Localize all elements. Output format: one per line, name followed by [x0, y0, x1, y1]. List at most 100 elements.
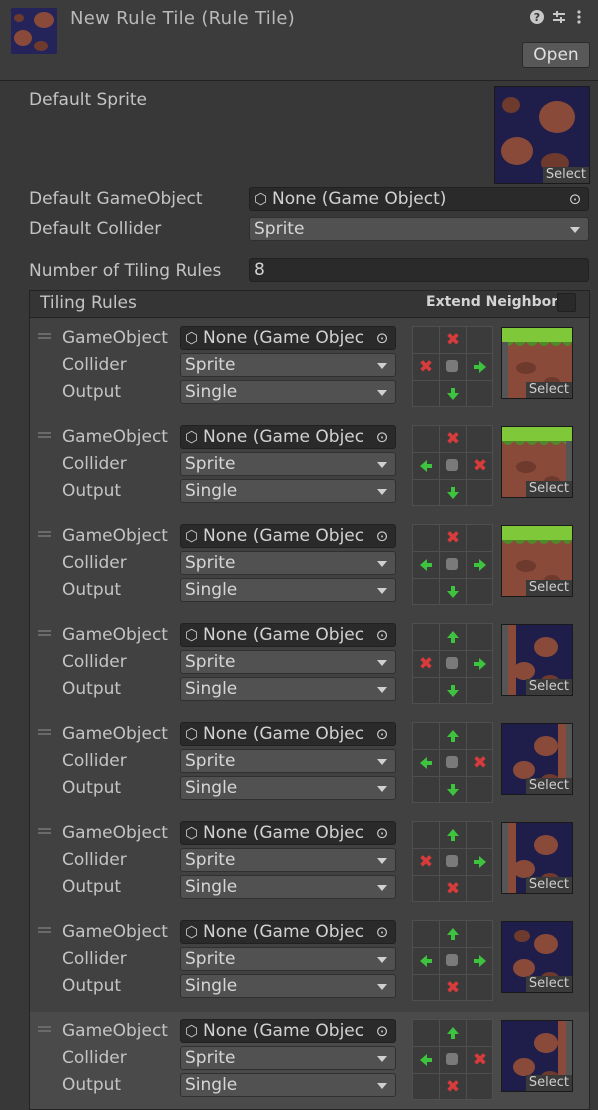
neighbor-down-x-icon[interactable]: ✖ [440, 876, 466, 902]
object-picker-icon[interactable]: ⊙ [369, 327, 395, 349]
rule-sprite-select[interactable]: Select [525, 382, 572, 398]
rule-gameobject-field[interactable]: ⬡ None (Game Objec ⊙ [180, 920, 396, 944]
rule-sprite-field[interactable]: Select [501, 822, 573, 894]
object-picker-icon[interactable]: ⊙ [369, 822, 395, 844]
object-picker-icon[interactable]: ⊙ [369, 426, 395, 448]
neighbor-up-arrow-up-icon[interactable] [440, 723, 466, 749]
neighbor-down-x-icon[interactable]: ✖ [440, 975, 466, 1001]
neighbor-right-x-icon[interactable]: ✖ [467, 750, 493, 776]
neighbor-up-x-icon[interactable]: ✖ [440, 426, 466, 452]
rule-sprite-field[interactable]: Select [501, 426, 573, 498]
rule-gameobject-field[interactable]: ⬡ None (Game Objec ⊙ [180, 326, 396, 350]
neighbor-grid[interactable]: ✖ [412, 623, 493, 704]
neighbor-down-arrow-down-icon[interactable] [440, 579, 466, 605]
neighbor-down-x-icon[interactable]: ✖ [440, 1074, 466, 1100]
neighbor-right-x-icon[interactable]: ✖ [467, 1047, 493, 1073]
neighbor-up-arrow-up-icon[interactable] [440, 822, 466, 848]
neighbor-right-x-icon[interactable]: ✖ [467, 453, 493, 479]
rule-sprite-field[interactable]: Select [501, 624, 573, 696]
default-sprite-field[interactable]: Select [494, 86, 590, 184]
neighbor-down-arrow-down-icon[interactable] [440, 678, 466, 704]
drag-handle-icon[interactable] [38, 333, 51, 339]
neighbor-left-arrow-left-icon[interactable] [413, 453, 439, 479]
default-collider-dropdown[interactable]: Sprite [249, 217, 589, 241]
rule-sprite-field[interactable]: Select [501, 723, 573, 795]
rule-collider-dropdown[interactable]: Sprite [180, 749, 396, 773]
drag-handle-icon[interactable] [38, 828, 51, 834]
neighbor-grid[interactable]: ✖ ✖ [412, 425, 493, 506]
rule-gameobject-field[interactable]: ⬡ None (Game Objec ⊙ [180, 623, 396, 647]
rule-output-dropdown[interactable]: Single [180, 875, 396, 899]
neighbor-right-arrow-right-icon[interactable] [467, 651, 493, 677]
rule-collider-dropdown[interactable]: Sprite [180, 650, 396, 674]
rule-gameobject-field[interactable]: ⬡ None (Game Objec ⊙ [180, 722, 396, 746]
object-picker-icon[interactable]: ⊙ [369, 525, 395, 547]
neighbor-grid[interactable]: ✖ ✖ [412, 821, 493, 902]
neighbor-left-arrow-left-icon[interactable] [413, 552, 439, 578]
rule-collider-dropdown[interactable]: Sprite [180, 551, 396, 575]
neighbor-up-x-icon[interactable]: ✖ [440, 525, 466, 551]
rule-gameobject-field[interactable]: ⬡ None (Game Objec ⊙ [180, 425, 396, 449]
number-of-rules-input[interactable]: 8 [249, 258, 589, 282]
default-sprite-select[interactable]: Select [542, 167, 589, 183]
help-icon[interactable]: ? [529, 9, 545, 29]
rule-output-dropdown[interactable]: Single [180, 380, 396, 404]
object-picker-icon[interactable]: ⊙ [369, 1020, 395, 1042]
rule-output-dropdown[interactable]: Single [180, 1073, 396, 1097]
object-picker-icon[interactable]: ⊙ [369, 723, 395, 745]
neighbor-left-x-icon[interactable]: ✖ [413, 354, 439, 380]
rule-sprite-select[interactable]: Select [525, 1075, 572, 1091]
neighbor-down-arrow-down-icon[interactable] [440, 480, 466, 506]
neighbor-down-arrow-down-icon[interactable] [440, 381, 466, 407]
drag-handle-icon[interactable] [38, 531, 51, 537]
default-gameobject-field[interactable]: ⬡ None (Game Object) ⊙ [249, 187, 589, 211]
drag-handle-icon[interactable] [38, 729, 51, 735]
rule-output-dropdown[interactable]: Single [180, 578, 396, 602]
neighbor-left-x-icon[interactable]: ✖ [413, 849, 439, 875]
neighbor-left-arrow-left-icon[interactable] [413, 1047, 439, 1073]
rule-gameobject-field[interactable]: ⬡ None (Game Objec ⊙ [180, 821, 396, 845]
neighbor-right-arrow-right-icon[interactable] [467, 354, 493, 380]
neighbor-left-x-icon[interactable]: ✖ [413, 651, 439, 677]
rule-gameobject-field[interactable]: ⬡ None (Game Objec ⊙ [180, 1019, 396, 1043]
neighbor-down-arrow-down-icon[interactable] [440, 777, 466, 803]
neighbor-up-arrow-up-icon[interactable] [440, 624, 466, 650]
rule-sprite-select[interactable]: Select [525, 778, 572, 794]
rule-sprite-field[interactable]: Select [501, 327, 573, 399]
open-button[interactable]: Open [522, 42, 590, 68]
object-picker-icon[interactable]: ⊙ [369, 921, 395, 943]
rule-sprite-select[interactable]: Select [525, 877, 572, 893]
rule-collider-dropdown[interactable]: Sprite [180, 353, 396, 377]
drag-handle-icon[interactable] [38, 432, 51, 438]
rule-collider-dropdown[interactable]: Sprite [180, 452, 396, 476]
rule-sprite-field[interactable]: Select [501, 525, 573, 597]
object-picker-icon[interactable]: ⊙ [369, 624, 395, 646]
extend-neighbor-checkbox[interactable] [557, 293, 576, 312]
kebab-menu-icon[interactable] [575, 9, 583, 29]
drag-handle-icon[interactable] [38, 1026, 51, 1032]
neighbor-left-arrow-left-icon[interactable] [413, 948, 439, 974]
rule-sprite-select[interactable]: Select [525, 976, 572, 992]
neighbor-right-arrow-right-icon[interactable] [467, 552, 493, 578]
rule-output-dropdown[interactable]: Single [180, 479, 396, 503]
rule-collider-dropdown[interactable]: Sprite [180, 848, 396, 872]
rule-gameobject-field[interactable]: ⬡ None (Game Objec ⊙ [180, 524, 396, 548]
rule-collider-dropdown[interactable]: Sprite [180, 947, 396, 971]
neighbor-grid[interactable]: ✖ [412, 722, 493, 803]
object-picker-icon[interactable]: ⊙ [562, 188, 588, 210]
rule-output-dropdown[interactable]: Single [180, 677, 396, 701]
rule-sprite-field[interactable]: Select [501, 921, 573, 993]
rule-sprite-field[interactable]: Select [501, 1020, 573, 1092]
neighbor-grid[interactable]: ✖ ✖ [412, 326, 493, 407]
rule-output-dropdown[interactable]: Single [180, 974, 396, 998]
neighbor-grid[interactable]: ✖ [412, 920, 493, 1001]
rule-sprite-select[interactable]: Select [525, 679, 572, 695]
neighbor-up-x-icon[interactable]: ✖ [440, 327, 466, 353]
neighbor-grid[interactable]: ✖ ✖ [412, 1019, 493, 1100]
neighbor-right-arrow-right-icon[interactable] [467, 849, 493, 875]
drag-handle-icon[interactable] [38, 630, 51, 636]
settings-sliders-icon[interactable] [551, 9, 567, 29]
rule-sprite-select[interactable]: Select [525, 481, 572, 497]
neighbor-left-arrow-left-icon[interactable] [413, 750, 439, 776]
rule-output-dropdown[interactable]: Single [180, 776, 396, 800]
